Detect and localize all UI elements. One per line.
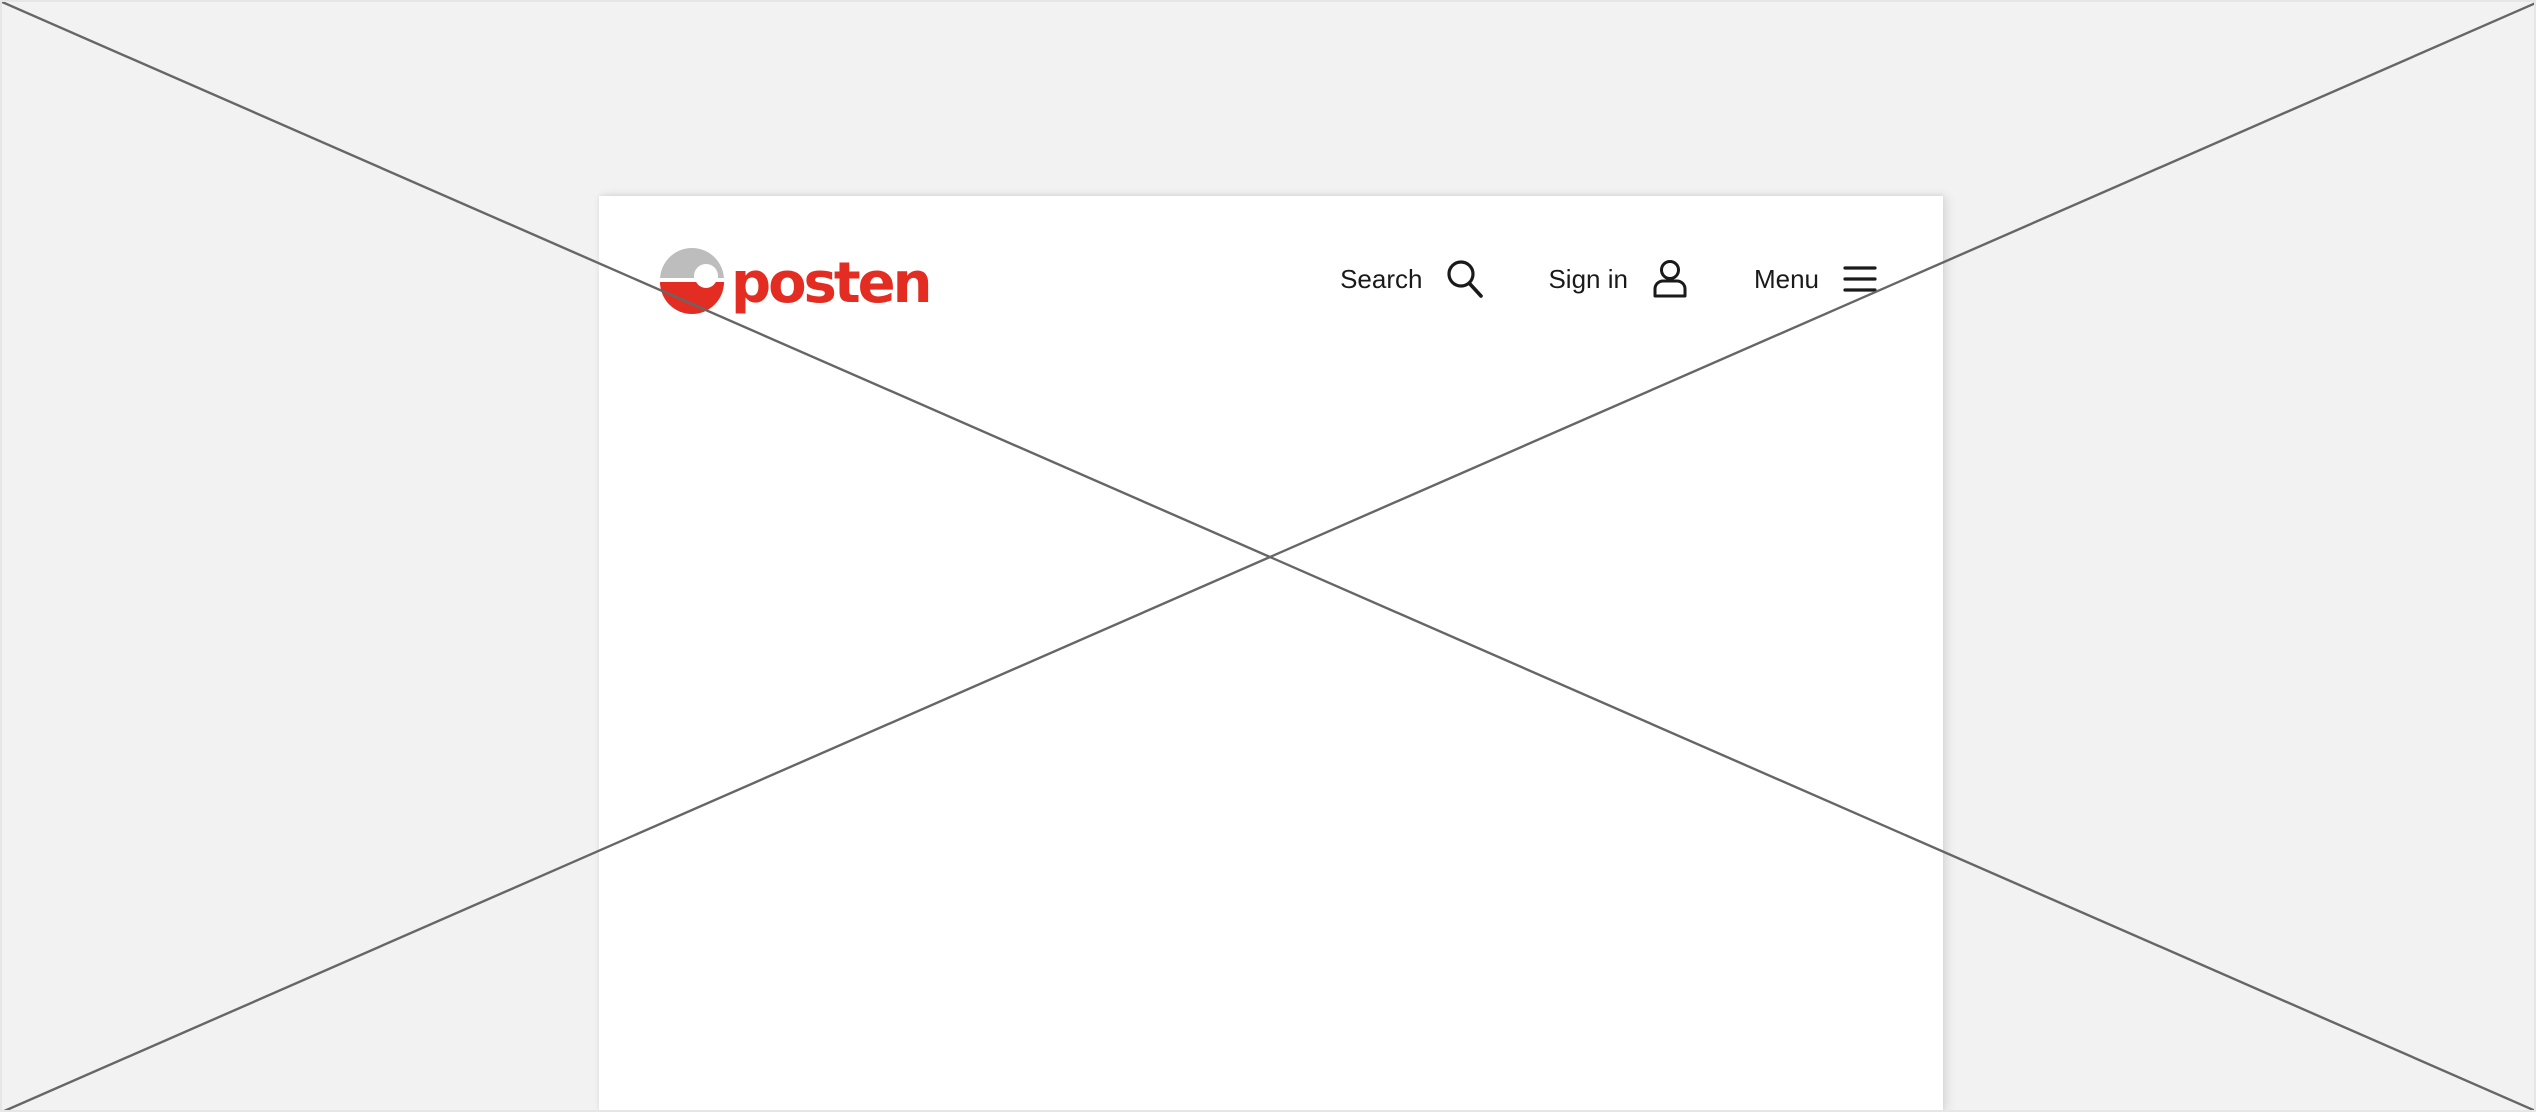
image-placeholder: posten Search Sign in Menu (0, 0, 2536, 1112)
sign-in-button[interactable]: Sign in (1548, 259, 1688, 299)
user-icon (1653, 260, 1687, 298)
posten-logo[interactable]: posten (658, 242, 933, 318)
site-header: posten Search Sign in Menu (599, 196, 1943, 366)
header-nav: Search Sign in Menu (1340, 256, 1877, 302)
search-icon (1447, 260, 1484, 298)
page-card: posten Search Sign in Menu (599, 196, 1943, 1110)
search-label: Search (1340, 264, 1423, 294)
menu-button[interactable]: Menu (1754, 264, 1877, 294)
sign-in-label: Sign in (1548, 264, 1628, 294)
logo-wordmark: posten (731, 251, 933, 316)
posten-logo-icon (660, 248, 724, 314)
hamburger-menu-icon (1843, 266, 1877, 292)
search-button[interactable]: Search (1340, 259, 1484, 299)
menu-label: Menu (1753, 264, 1819, 294)
